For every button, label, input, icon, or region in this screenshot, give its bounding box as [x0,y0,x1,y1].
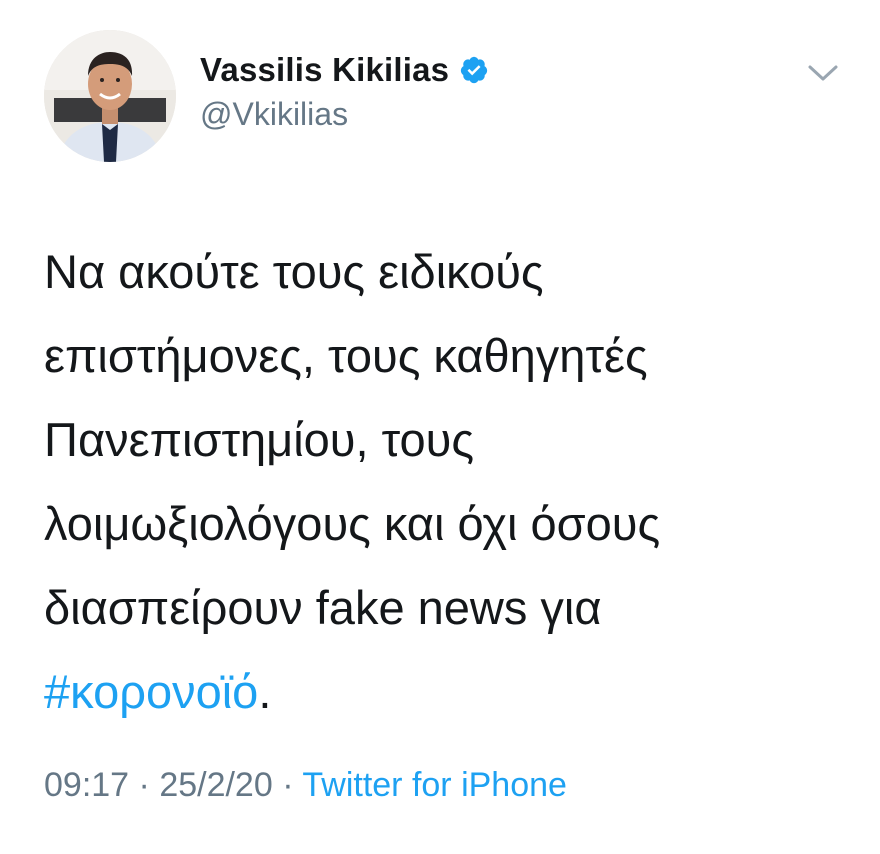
tweet-text-line: λοιμωξιολόγους και όχι όσους [44,497,661,550]
tweet-text-punctuation: . [258,665,272,718]
tweet-card: Vassilis Kikilias @Vkikilias Να ακούτε τ… [0,0,880,854]
tweet-text-line: επιστήμονες, τους καθηγητές [44,329,648,382]
avatar[interactable] [44,30,176,162]
verified-badge-icon [459,55,489,85]
tweet-text-line: Πανεπιστημίου, τους [44,413,475,466]
author-handle[interactable]: @Vkikilias [200,96,348,133]
meta-separator: · [129,766,160,804]
avatar-photo [44,30,176,162]
hashtag-link[interactable]: #κορονοϊό [44,665,258,718]
tweet-source-link[interactable]: Twitter for iPhone [302,766,567,804]
author-name-row[interactable]: Vassilis Kikilias [200,48,489,92]
tweet-text: Να ακούτε τους ειδικούς επιστήμονες, του… [44,230,844,734]
tweet-text-last-line: #κορονοϊό. [44,650,844,734]
tweet-text-line: Να ακούτε τους ειδικούς [44,245,544,298]
tweet-meta: 09:17 · 25/2/20 · Twitter for iPhone [44,766,567,805]
meta-separator: · [272,766,303,804]
tweet-date[interactable]: 25/2/20 [159,766,272,804]
author-display-name[interactable]: Vassilis Kikilias [200,51,449,89]
tweet-time[interactable]: 09:17 [44,766,129,804]
chevron-down-icon[interactable] [806,60,840,86]
tweet-text-line: διασπείρουν fake news για [44,581,602,634]
